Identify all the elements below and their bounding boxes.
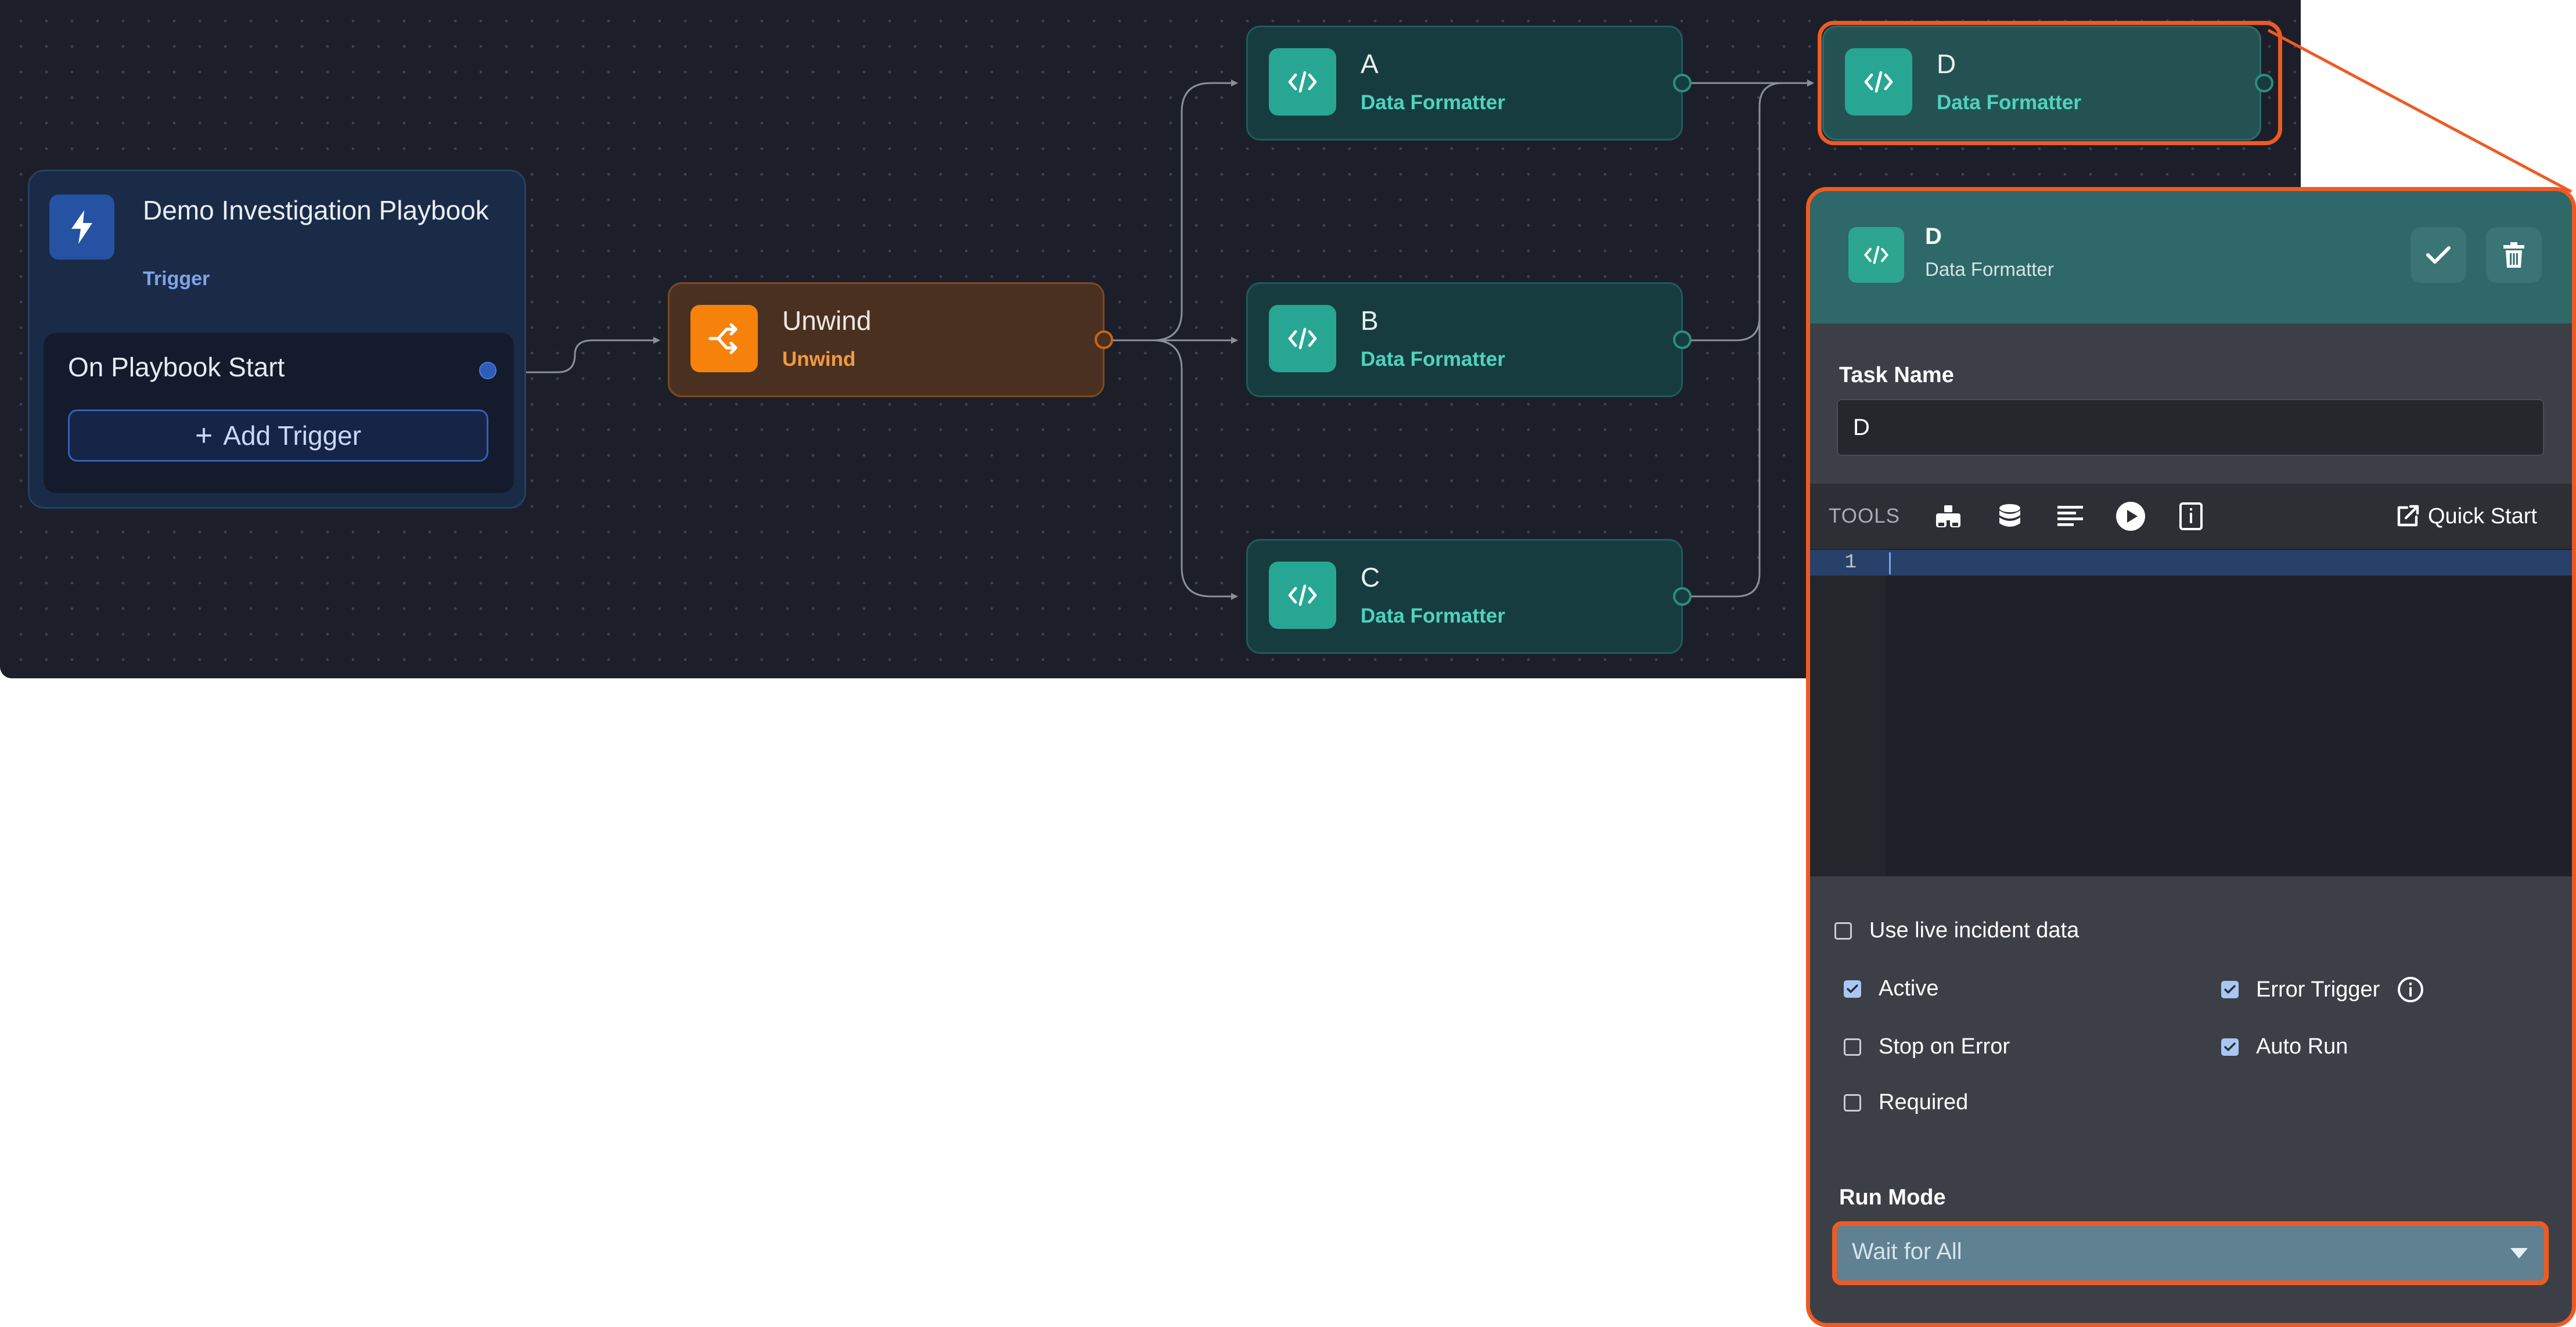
stop-on-error-checkbox[interactable]: Stop on Error — [1844, 1034, 2010, 1059]
code-icon — [1269, 562, 1336, 629]
code-icon — [1269, 48, 1336, 116]
text-cursor — [1889, 552, 1891, 574]
checkbox-label: Error Trigger — [2256, 977, 2380, 1002]
task-node-c[interactable]: C Data Formatter — [1246, 539, 1692, 654]
task-node-subtitle: Data Formatter — [1361, 605, 1505, 627]
trigger-event-card: On Playbook Start + Add Trigger — [44, 333, 514, 493]
selection-highlight — [1818, 21, 2282, 145]
checkbox-box — [2221, 981, 2239, 998]
trigger-node[interactable]: Demo Investigation Playbook Trigger On P… — [28, 170, 526, 509]
unwind-output-port[interactable] — [1095, 330, 1113, 349]
document-info-icon[interactable] — [2175, 500, 2207, 533]
editor-gutter — [1810, 549, 1886, 876]
task-node-title: A — [1361, 49, 1379, 79]
checkbox-box — [2221, 1038, 2239, 1056]
task-detail-panel: D Data Formatter Task Name TOOLS Quick S… — [1806, 187, 2576, 1327]
task-node-subtitle: Data Formatter — [1361, 91, 1505, 114]
chevron-down-icon — [2510, 1248, 2528, 1258]
quick-start-button[interactable]: Quick Start — [2395, 500, 2537, 533]
bolt-icon — [49, 195, 114, 260]
info-icon[interactable] — [2397, 976, 2424, 1003]
code-icon — [1269, 305, 1336, 372]
auto-run-checkbox[interactable]: Auto Run — [2221, 1034, 2348, 1059]
error-trigger-checkbox[interactable]: Error Trigger — [2221, 976, 2424, 1003]
tag-search-icon[interactable] — [1932, 500, 1965, 533]
plus-icon: + — [195, 419, 213, 452]
code-editor[interactable]: 1 — [1810, 549, 2572, 876]
run-mode-value: Wait for All — [1852, 1239, 1962, 1264]
add-trigger-label: Add Trigger — [223, 420, 362, 451]
panel-header: D Data Formatter — [1810, 191, 2572, 323]
task-node-subtitle: Data Formatter — [1361, 348, 1505, 371]
run-mode-select[interactable]: Wait for All — [1832, 1221, 2549, 1285]
use-live-data-checkbox[interactable]: Use live incident data — [1834, 918, 2079, 943]
trigger-output-port[interactable] — [479, 362, 497, 379]
task-node-b[interactable]: B Data Formatter — [1246, 282, 1692, 397]
task-node-output-port[interactable] — [1673, 74, 1692, 92]
delete-button[interactable] — [2486, 227, 2542, 283]
unwind-node-title: Unwind — [782, 305, 872, 336]
unwind-node[interactable]: Unwind Unwind — [668, 282, 1113, 397]
task-node-output-port[interactable] — [1673, 587, 1692, 606]
shuffle-icon — [690, 305, 758, 372]
task-name-label: Task Name — [1839, 363, 1954, 387]
task-node-a[interactable]: A Data Formatter — [1246, 26, 1692, 141]
checkbox-label: Active — [1879, 976, 1939, 1001]
required-checkbox[interactable]: Required — [1844, 1090, 1968, 1115]
task-node-title: C — [1361, 562, 1380, 592]
quick-start-label: Quick Start — [2428, 504, 2537, 528]
trash-icon — [2503, 242, 2524, 268]
task-name-input[interactable] — [1837, 399, 2544, 456]
trigger-node-title: Demo Investigation Playbook — [143, 195, 489, 225]
line-number: 1 — [1844, 552, 1857, 574]
checkbox-label: Use live incident data — [1869, 918, 2079, 943]
panel-title: D — [1925, 224, 1942, 249]
checkbox-box — [1834, 922, 1852, 940]
trigger-node-subtitle: Trigger — [143, 268, 210, 290]
trigger-event-label: On Playbook Start — [68, 352, 285, 382]
panel-subtitle: Data Formatter — [1925, 258, 2054, 280]
database-icon[interactable] — [1994, 500, 2026, 533]
checkbox-label: Auto Run — [2256, 1034, 2348, 1059]
callout-line — [2267, 28, 2573, 193]
editor-toolbar: TOOLS Quick Start — [1810, 484, 2572, 549]
external-link-icon — [2397, 505, 2419, 527]
checkbox-box — [1844, 980, 1861, 998]
checkbox-box — [1844, 1038, 1861, 1056]
play-circle-icon[interactable] — [2114, 500, 2147, 533]
active-line-highlight — [1810, 550, 2572, 576]
code-icon — [1848, 227, 1904, 283]
checkbox-box — [1844, 1094, 1861, 1112]
add-trigger-button[interactable]: + Add Trigger — [68, 409, 488, 462]
task-node-title: B — [1361, 305, 1379, 336]
run-mode-label: Run Mode — [1839, 1185, 1946, 1210]
save-button[interactable] — [2410, 227, 2466, 283]
checkbox-label: Required — [1879, 1090, 1969, 1114]
checkbox-label: Stop on Error — [1879, 1034, 2010, 1059]
task-node-output-port[interactable] — [1673, 330, 1692, 349]
check-icon — [2426, 246, 2451, 264]
align-left-icon[interactable] — [2054, 500, 2086, 533]
unwind-node-subtitle: Unwind — [782, 348, 856, 371]
active-checkbox[interactable]: Active — [1844, 976, 1938, 1001]
tools-label: TOOLS — [1829, 505, 1901, 527]
